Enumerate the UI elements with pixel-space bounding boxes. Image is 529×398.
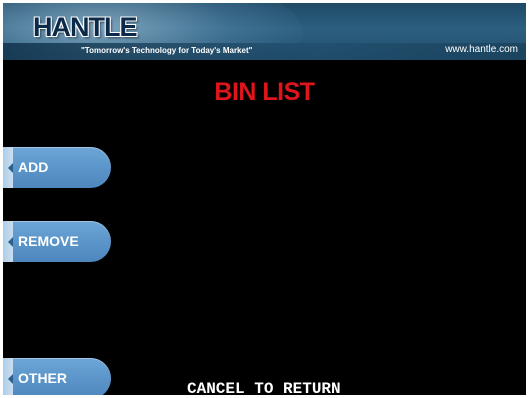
remove-button[interactable]: REMOVE (3, 221, 111, 262)
atm-screen: HANTLE "Tomorrow's Technology for Today'… (0, 0, 529, 398)
page-title: BIN LIST (214, 78, 315, 106)
left-arrow-icon (8, 374, 13, 384)
website-url: www.hantle.com (445, 44, 518, 55)
remove-button-label: REMOVE (18, 233, 79, 249)
add-button-label: ADD (18, 159, 49, 175)
logo-text: HANTLE (33, 12, 137, 42)
left-arrow-icon (8, 237, 13, 247)
cancel-instruction: CANCEL TO RETURN (187, 380, 341, 395)
add-button[interactable]: ADD (3, 147, 111, 188)
slogan: "Tomorrow's Technology for Today's Marke… (81, 46, 253, 55)
other-button-label: OTHER (18, 370, 67, 386)
header-banner: HANTLE "Tomorrow's Technology for Today'… (3, 3, 526, 60)
hantle-logo: HANTLE (33, 12, 137, 42)
left-arrow-icon (8, 163, 13, 173)
other-button[interactable]: OTHER (3, 358, 111, 395)
display-area: HANTLE "Tomorrow's Technology for Today'… (3, 3, 526, 395)
